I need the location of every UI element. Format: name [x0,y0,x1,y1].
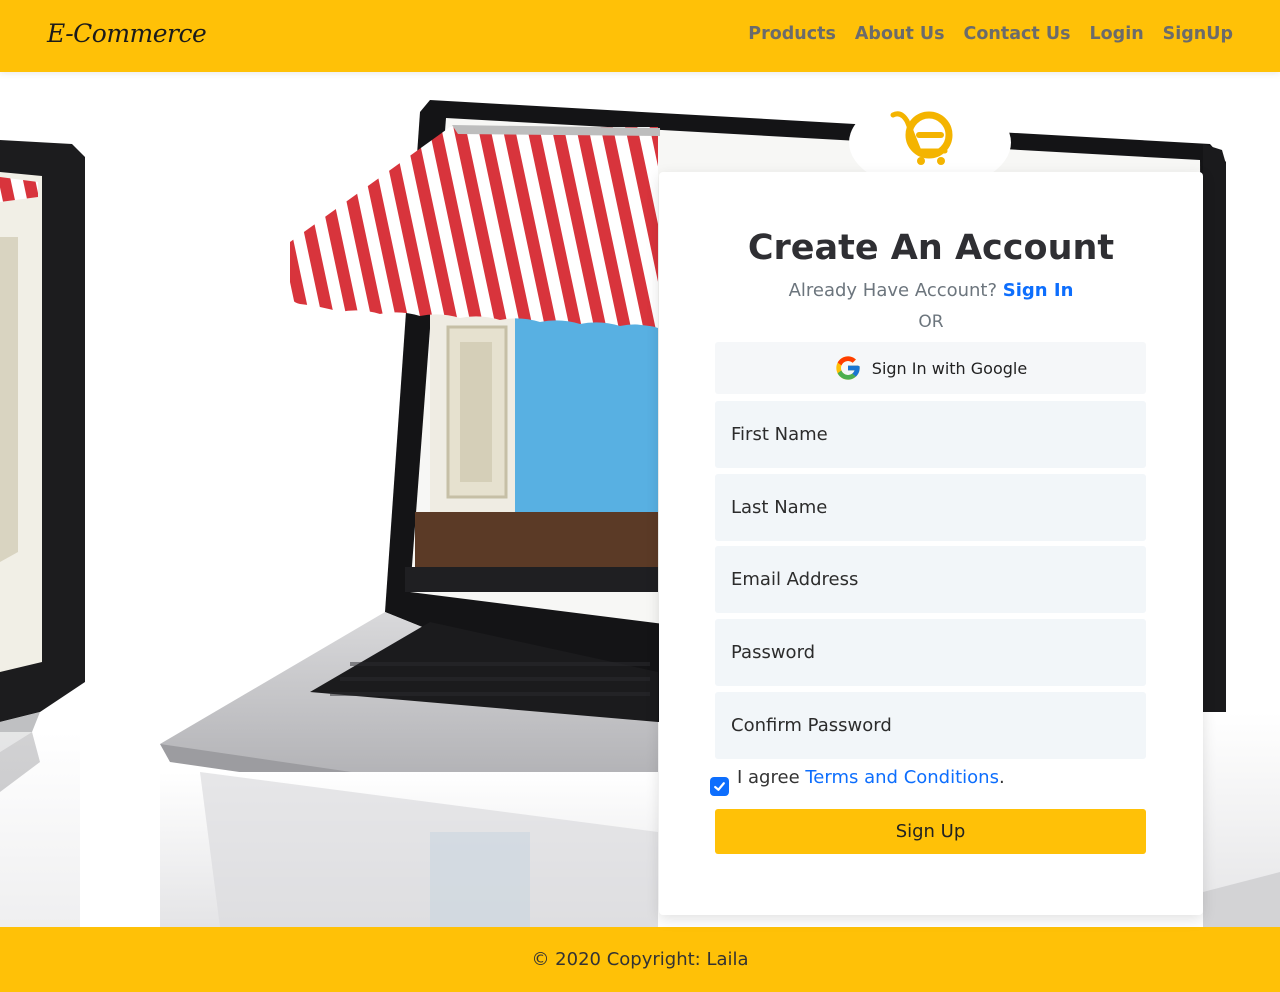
last-name-field[interactable] [715,474,1146,541]
cart-logo-icon [890,111,953,165]
nav-link-contact-us[interactable]: Contact Us [964,24,1071,44]
or-divider: OR [918,312,944,332]
page-title: Create An Account [747,228,1115,268]
google-signin-button[interactable]: Sign In with Google [715,342,1146,394]
agree-text: I agree Terms and Conditions. [737,767,1005,788]
terms-agreement: I agree Terms and Conditions. [710,767,1005,796]
password-field[interactable] [715,619,1146,686]
terms-link[interactable]: Terms and Conditions [805,767,999,788]
nav-link-login[interactable]: Login [1090,24,1144,44]
checkmark-icon [714,782,725,791]
nav-links: Products About Us Contact Us Login SignU… [748,24,1233,44]
agree-prefix: I agree [737,767,800,788]
already-have-account: Already Have Account? Sign In [659,280,1203,301]
google-signin-label: Sign In with Google [871,358,1028,378]
already-text: Already Have Account? [788,280,998,301]
google-icon [836,356,860,380]
terms-checkbox[interactable] [710,777,729,796]
email-field[interactable] [715,546,1146,613]
confirm-password-field[interactable] [715,692,1146,759]
signin-link[interactable]: Sign In [1003,280,1074,301]
signup-button[interactable]: Sign Up [715,809,1146,854]
nav-link-products[interactable]: Products [748,24,836,44]
brand-logo[interactable]: E-Commerce [47,19,207,48]
agree-suffix: . [998,767,1005,788]
nav-link-about-us[interactable]: About Us [855,24,945,44]
first-name-field[interactable] [715,401,1146,468]
nav-link-signup[interactable]: SignUp [1163,24,1233,44]
footer: © 2020 Copyright: Laila [0,927,1280,992]
copyright-text: © 2020 Copyright: Laila [531,949,749,970]
navbar: E-Commerce Products About Us Contact Us … [0,0,1280,72]
